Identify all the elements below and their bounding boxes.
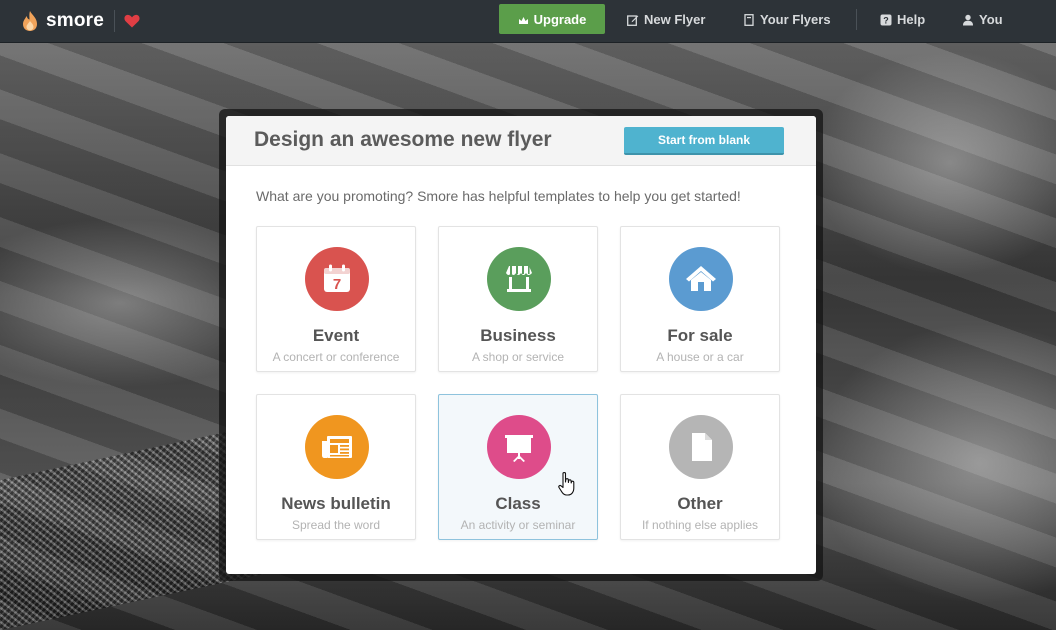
document-icon bbox=[692, 433, 712, 461]
template-description: Spread the word bbox=[291, 518, 381, 532]
upgrade-button[interactable]: Upgrade bbox=[499, 4, 605, 34]
template-card-business[interactable]: Business A shop or service bbox=[438, 226, 598, 372]
class-icon-circle bbox=[487, 415, 551, 479]
template-card-event[interactable]: 7 Event A concert or conference bbox=[256, 226, 416, 372]
template-card-news-bulletin[interactable]: News bulletin Spread the word bbox=[256, 394, 416, 540]
template-card-other[interactable]: Other If nothing else applies bbox=[620, 394, 780, 540]
smore-logo[interactable]: smore bbox=[20, 8, 140, 34]
nav-new-flyer-label: New Flyer bbox=[644, 12, 706, 27]
nav-you[interactable]: You bbox=[962, 0, 1003, 39]
hand-pointer-cursor-icon bbox=[558, 471, 575, 496]
heart-icon[interactable] bbox=[124, 14, 140, 28]
brand-name: smore bbox=[46, 10, 105, 31]
start-from-blank-button[interactable]: Start from blank bbox=[624, 127, 784, 155]
template-label: Event bbox=[312, 326, 360, 345]
template-description: An activity or seminar bbox=[460, 518, 576, 532]
template-description: A shop or service bbox=[471, 350, 565, 364]
dialog-title: Design an awesome new flyer bbox=[254, 128, 552, 151]
news-bulletin-icon-circle bbox=[305, 415, 369, 479]
template-description: If nothing else applies bbox=[641, 518, 759, 532]
flame-icon bbox=[20, 10, 40, 32]
template-label: Class bbox=[495, 494, 541, 513]
nav-help[interactable]: ? Help bbox=[880, 0, 925, 39]
nav-your-flyers-label: Your Flyers bbox=[760, 12, 831, 27]
template-card-class[interactable]: Class An activity or seminar bbox=[438, 394, 598, 540]
nav-your-flyers[interactable]: Your Flyers bbox=[743, 0, 831, 39]
new-flyer-dialog: Design an awesome new flyer Start from b… bbox=[226, 116, 816, 574]
svg-text:7: 7 bbox=[333, 276, 341, 293]
nav-you-label: You bbox=[979, 12, 1003, 27]
top-navigation-bar: smore Upgrade New Flyer Your Flyers ? He… bbox=[0, 0, 1056, 43]
for-sale-icon-circle bbox=[669, 247, 733, 311]
house-icon bbox=[686, 266, 716, 291]
template-prompt: What are you promoting? Smore has helpfu… bbox=[256, 188, 741, 204]
other-icon-circle bbox=[669, 415, 733, 479]
logo-divider bbox=[114, 10, 116, 32]
nav-new-flyer[interactable]: New Flyer bbox=[627, 0, 705, 39]
flyer-icon bbox=[743, 13, 755, 26]
newspaper-icon bbox=[322, 436, 352, 458]
storefront-icon bbox=[506, 266, 532, 292]
help-icon: ? bbox=[880, 14, 892, 26]
nav-help-label: Help bbox=[897, 12, 926, 27]
template-label: Business bbox=[480, 326, 556, 345]
svg-text:?: ? bbox=[883, 15, 889, 25]
business-icon-circle bbox=[487, 247, 551, 311]
template-label: Other bbox=[677, 494, 723, 513]
template-label: For sale bbox=[667, 326, 733, 345]
template-label: News bulletin bbox=[281, 494, 391, 513]
nav-divider bbox=[856, 9, 857, 30]
edit-icon bbox=[627, 14, 639, 26]
dialog-header: Design an awesome new flyer Start from b… bbox=[226, 116, 816, 166]
event-icon-circle: 7 bbox=[305, 247, 369, 311]
template-description: A house or a car bbox=[656, 350, 744, 364]
calendar-icon: 7 bbox=[324, 264, 350, 293]
template-description: A concert or conference bbox=[272, 350, 400, 364]
crown-icon bbox=[518, 14, 529, 25]
user-icon bbox=[962, 14, 974, 26]
upgrade-label: Upgrade bbox=[533, 11, 587, 27]
presentation-board-icon bbox=[505, 435, 533, 462]
template-card-for-sale[interactable]: For sale A house or a car bbox=[620, 226, 780, 372]
